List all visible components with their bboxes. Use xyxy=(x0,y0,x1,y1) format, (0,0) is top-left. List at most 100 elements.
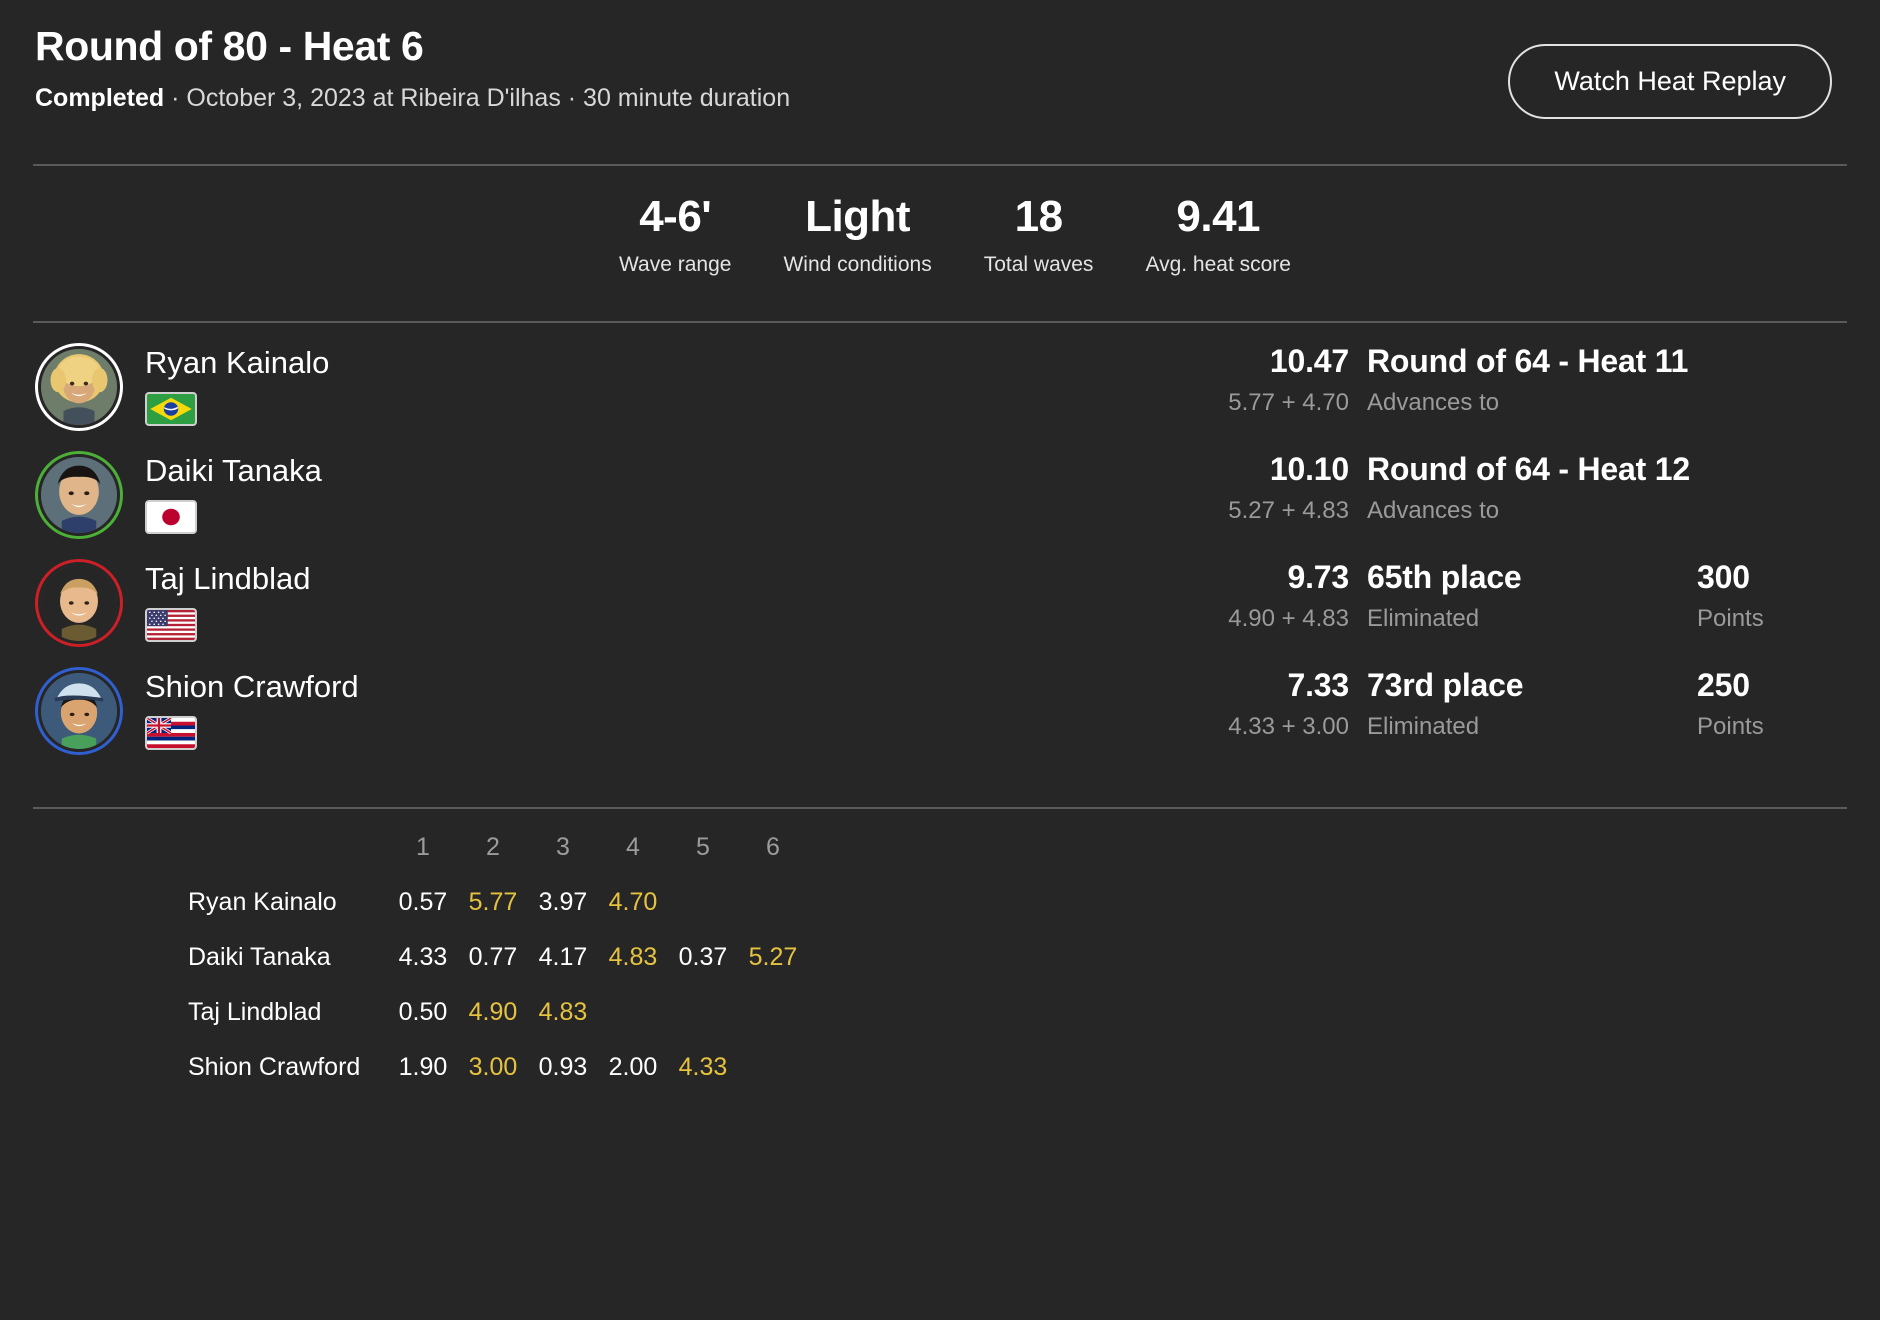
wave-column-header: 5 xyxy=(696,833,710,862)
score-block: 7.33 4.33 + 3.00 73rd place Eliminated 2… xyxy=(1197,667,1847,742)
score-column: 9.73 4.90 + 4.83 xyxy=(1197,559,1367,634)
stat-value: Light xyxy=(805,192,911,241)
wave-score-cell: 4.17 xyxy=(538,943,588,972)
avatar xyxy=(41,565,117,642)
wave-column-header: 6 xyxy=(766,833,780,862)
flag-icon-brazil xyxy=(145,391,197,426)
table-row: Shion Crawford 1.90 3.00 0.93 2.00 4.33 xyxy=(188,1053,1880,1082)
wave-column-header: 1 xyxy=(416,833,430,862)
heat-total-score: 10.47 xyxy=(1269,343,1349,380)
wave-score-cell: 3.97 xyxy=(538,888,588,917)
stat-label: Total waves xyxy=(983,253,1094,277)
points-column: 300 Points xyxy=(1697,559,1847,634)
wave-row-surfer: Taj Lindblad xyxy=(188,998,322,1027)
heat-total-score: 9.73 xyxy=(1287,559,1350,596)
surfer-row[interactable]: Daiki Tanaka 10.10 5.27 + 4.83 Round of … xyxy=(35,449,1847,557)
avatar xyxy=(41,349,117,426)
stat-avg-heat-score: 9.41 Avg. heat score xyxy=(1119,192,1317,277)
score-block: 10.10 5.27 + 4.83 Round of 64 - Heat 12 … xyxy=(1197,451,1847,526)
wave-score-cell: 4.83 xyxy=(538,998,588,1027)
wave-score-cell: 4.83 xyxy=(608,943,658,972)
points-label: Points xyxy=(1697,713,1764,741)
surfer-row[interactable]: Taj Lindblad 9.73 4.90 + 4.83 65th place… xyxy=(35,557,1847,665)
score-breakdown: 4.33 + 3.00 xyxy=(1228,713,1349,741)
wave-score-cell: 4.33 xyxy=(398,943,448,972)
surfer-row[interactable]: Ryan Kainalo 10.47 5.77 + 4.70 Round of … xyxy=(35,341,1847,449)
wave-column-header: 4 xyxy=(626,833,640,862)
watch-heat-replay-button[interactable]: Watch Heat Replay xyxy=(1508,44,1832,119)
points-column xyxy=(1697,343,1847,351)
surfer-row[interactable]: Shion Crawford 7.33 4.33 + 3.00 73rd pla… xyxy=(35,665,1847,773)
heat-total-score: 7.33 xyxy=(1287,667,1350,704)
stat-value: 4-6' xyxy=(639,192,712,241)
wave-score-cell: 1.90 xyxy=(398,1053,448,1082)
heat-results-page: Round of 80 - Heat 6 Completed · October… xyxy=(0,0,1880,1320)
stat-label: Avg. heat score xyxy=(1145,253,1291,277)
points-column: 250 Points xyxy=(1697,667,1847,742)
wave-score-cell: 5.27 xyxy=(748,943,798,972)
table-row: Daiki Tanaka 4.33 0.77 4.17 4.83 0.37 5.… xyxy=(188,943,1880,972)
avatar-ring xyxy=(35,451,123,540)
header: Round of 80 - Heat 6 Completed · October… xyxy=(0,0,1880,119)
avatar-ring xyxy=(35,667,123,756)
points-value: 250 xyxy=(1697,667,1750,704)
wave-row-surfer: Daiki Tanaka xyxy=(188,943,331,972)
surfer-name: Taj Lindblad xyxy=(145,561,311,597)
score-column: 10.47 5.77 + 4.70 xyxy=(1197,343,1367,418)
wave-score-cell: 0.77 xyxy=(468,943,518,972)
heat-meta: Completed · October 3, 2023 at Ribeira D… xyxy=(35,83,790,113)
wave-score-cell: 3.00 xyxy=(468,1053,518,1082)
heat-stats: 4-6' Wave range Light Wind conditions 18… xyxy=(0,166,1880,277)
stat-total-waves: 18 Total waves xyxy=(958,192,1120,277)
wave-score-cell: 4.70 xyxy=(608,888,658,917)
result-status: Advances to xyxy=(1367,497,1500,525)
result-column: 73rd place Eliminated xyxy=(1367,667,1697,742)
wave-score-cell: 0.93 xyxy=(538,1053,588,1082)
surfer-name: Shion Crawford xyxy=(145,669,359,705)
score-block: 10.47 5.77 + 4.70 Round of 64 - Heat 11 … xyxy=(1197,343,1847,418)
score-column: 7.33 4.33 + 3.00 xyxy=(1197,667,1367,742)
stat-label: Wind conditions xyxy=(783,253,932,277)
surfer-identity: Daiki Tanaka xyxy=(145,449,322,534)
result-status: Advances to xyxy=(1367,389,1500,417)
surfer-name: Daiki Tanaka xyxy=(145,453,322,489)
score-breakdown: 4.90 + 4.83 xyxy=(1228,605,1349,633)
wave-column-header: 2 xyxy=(486,833,500,862)
avatar-photo-daiki-tanaka xyxy=(41,457,117,534)
header-text-group: Round of 80 - Heat 6 Completed · October… xyxy=(35,18,790,113)
heat-total-score: 10.10 xyxy=(1269,451,1349,488)
stat-wave-range: 4-6' Wave range xyxy=(593,192,757,277)
stat-label: Wave range xyxy=(619,253,732,277)
avatar-photo-taj-lindblad xyxy=(41,565,117,642)
surfer-identity: Shion Crawford xyxy=(145,665,359,750)
wave-score-cell: 5.77 xyxy=(468,888,518,917)
wave-score-cell: 0.57 xyxy=(398,888,448,917)
result-destination: 73rd place xyxy=(1367,667,1524,704)
avatar xyxy=(41,673,117,750)
table-row: Ryan Kainalo 0.57 5.77 3.97 4.70 xyxy=(188,888,1880,917)
wave-column-header: 3 xyxy=(556,833,570,862)
flag-icon-hawaii xyxy=(145,715,197,750)
heat-meta-detail: · October 3, 2023 at Ribeira D'ilhas · 3… xyxy=(164,83,791,112)
wave-score-cell: 0.50 xyxy=(398,998,448,1027)
points-column xyxy=(1697,451,1847,459)
avatar-photo-ryan-kainalo xyxy=(41,349,117,426)
result-destination: Round of 64 - Heat 11 xyxy=(1367,343,1689,380)
wave-score-cell: 2.00 xyxy=(608,1053,658,1082)
flag-icon-united-states xyxy=(145,607,197,642)
avatar-photo-shion-crawford xyxy=(41,673,117,750)
result-destination: 65th place xyxy=(1367,559,1522,596)
stat-wind-conditions: Light Wind conditions xyxy=(757,192,957,277)
avatar xyxy=(41,457,117,534)
score-breakdown: 5.77 + 4.70 xyxy=(1228,389,1349,417)
table-row: Taj Lindblad 0.50 4.90 4.83 xyxy=(188,998,1880,1027)
surfer-identity: Taj Lindblad xyxy=(145,557,310,642)
stat-value: 9.41 xyxy=(1176,192,1261,241)
result-status: Eliminated xyxy=(1367,713,1480,741)
score-breakdown: 5.27 + 4.83 xyxy=(1228,497,1349,525)
wave-score-cell: 4.33 xyxy=(678,1053,728,1082)
wave-score-cell: 4.90 xyxy=(468,998,518,1027)
surfer-name: Ryan Kainalo xyxy=(145,345,330,381)
points-value: 300 xyxy=(1697,559,1750,596)
result-column: Round of 64 - Heat 12 Advances to xyxy=(1367,451,1697,526)
